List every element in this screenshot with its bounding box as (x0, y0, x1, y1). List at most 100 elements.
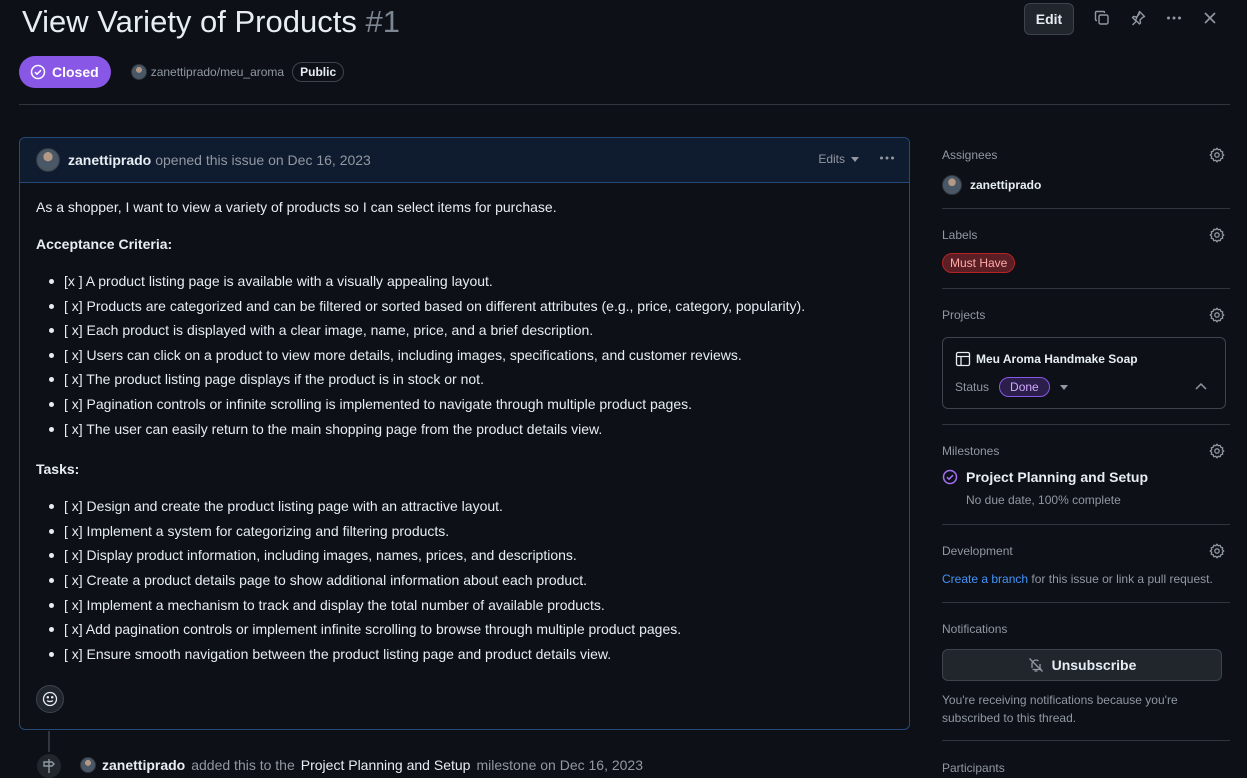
label-must-have[interactable]: Must Have (942, 253, 1016, 273)
timeline-avatar[interactable] (80, 757, 96, 773)
chevron-up-icon[interactable] (1195, 382, 1207, 390)
notifications-section: Notifications Unsubscribe You're receivi… (942, 603, 1230, 741)
development-text: Create a branch for this issue or link a… (942, 572, 1213, 586)
criteria-list: [x ] A product listing page is available… (36, 271, 893, 443)
task-item: [ x] Implement a system for categorizing… (36, 521, 893, 546)
milestone-item[interactable]: Project Planning and Setup (942, 469, 1148, 485)
label-list: Must Have (942, 253, 1016, 273)
edits-dropdown[interactable]: Edits (818, 152, 859, 166)
pin-icon[interactable] (1128, 8, 1148, 28)
timeline-date-text: milestone on Dec 16, 2023 (476, 757, 644, 773)
tasks-heading: Tasks: (36, 461, 80, 478)
smiley-icon (42, 691, 58, 707)
header-divider (19, 104, 1230, 105)
participants-title: Participants (942, 761, 1005, 775)
state-label: Closed (52, 64, 99, 80)
comment-header: zanettiprado opened this issue on Dec 16… (20, 138, 909, 183)
task-item: [ x] Implement a mechanism to track and … (36, 595, 893, 620)
edit-button[interactable]: Edit (1024, 3, 1074, 35)
state-badge: Closed (19, 56, 111, 88)
more-options-icon[interactable] (1164, 8, 1184, 28)
criteria-heading: Acceptance Criteria: (36, 236, 173, 252)
milestone-progress-text: No due date, 100% complete (966, 493, 1121, 507)
notifications-reason: You're receiving notifications because y… (942, 693, 1178, 725)
criteria-item: [ x] Users can click on a product to vie… (36, 345, 893, 370)
criteria-item: [ x] The user can easily return to the m… (36, 419, 893, 444)
timeline-author[interactable]: zanettiprado (102, 757, 185, 773)
milestones-gear-icon[interactable] (1209, 443, 1225, 459)
notifications-title: Notifications (942, 622, 1008, 636)
issue-comment: zanettiprado opened this issue on Dec 16… (19, 137, 910, 730)
labels-title: Labels (942, 228, 978, 242)
assignee-item[interactable]: zanettiprado (942, 175, 1041, 195)
status-label: Status (955, 380, 990, 394)
milestone-icon (35, 752, 63, 778)
task-item: [ x] Create a product details page to sh… (36, 570, 893, 595)
task-item: [ x] Ensure smooth navigation between th… (36, 644, 893, 669)
closed-check-icon (30, 64, 46, 80)
projects-section: Projects Meu Aroma Handmake Soap Status … (942, 289, 1230, 425)
create-branch-link[interactable]: Create a branch (942, 572, 1028, 586)
milestone-complete-icon (942, 469, 958, 485)
participants-section: Participants (942, 741, 1230, 778)
criteria-item: [ x] Products are categorized and can be… (36, 296, 893, 321)
milestones-title: Milestones (942, 444, 1000, 458)
bell-slash-icon (1028, 658, 1043, 672)
triangle-down-icon (851, 156, 859, 162)
development-section: Development Create a branch for this iss… (942, 525, 1230, 603)
criteria-item: [ x] The product listing page displays i… (36, 369, 893, 394)
comment-action: opened this issue on Dec 16, 2023 (155, 152, 371, 168)
table-icon (955, 351, 971, 367)
criteria-item: [x ] A product listing page is available… (36, 271, 893, 296)
task-item: [ x] Display product information, includ… (36, 545, 893, 570)
assignee-name[interactable]: zanettiprado (970, 178, 1041, 192)
task-item: [ x] Add pagination controls or implemen… (36, 619, 893, 644)
labels-gear-icon[interactable] (1209, 227, 1225, 243)
edits-label: Edits (818, 152, 845, 166)
assignees-section: Assignees zanettiprado (942, 137, 1230, 209)
assignees-title: Assignees (942, 148, 998, 162)
comment-options-icon[interactable] (879, 150, 895, 171)
projects-gear-icon[interactable] (1209, 307, 1225, 323)
development-gear-icon[interactable] (1209, 543, 1225, 559)
milestones-section: Milestones Project Planning and Setup No… (942, 425, 1230, 525)
project-status-row: Status Done (955, 377, 1068, 397)
task-item: [ x] Design and create the product listi… (36, 496, 893, 521)
comment-author[interactable]: zanettiprado (68, 152, 151, 168)
comment-intro: As a shopper, I want to view a variety o… (36, 199, 557, 215)
visibility-badge: Public (292, 62, 345, 82)
repo-name[interactable]: zanettiprado/meu_aroma (151, 65, 284, 79)
assignee-avatar (942, 175, 962, 195)
tasks-list: [ x] Design and create the product listi… (36, 496, 893, 668)
milestone-name[interactable]: Project Planning and Setup (966, 469, 1148, 485)
issue-sidebar: Assignees zanettiprado Labels Must Have … (942, 137, 1230, 778)
status-done-pill[interactable]: Done (999, 377, 1050, 397)
issue-meta-row: Closed zanettiprado/meu_aroma Public (19, 56, 345, 88)
labels-section: Labels Must Have (942, 209, 1230, 289)
copy-icon[interactable] (1092, 8, 1112, 28)
author-avatar[interactable] (36, 148, 60, 172)
project-card: Meu Aroma Handmake Soap Status Done (942, 337, 1226, 409)
repo-link[interactable]: zanettiprado/meu_aroma (130, 64, 284, 80)
unsubscribe-label: Unsubscribe (1051, 657, 1137, 673)
timeline-milestone-link[interactable]: Project Planning and Setup (301, 757, 471, 773)
issue-title-text: View Variety of Products (22, 4, 357, 39)
issue-header: View Variety of Products #1 Edit Closed … (0, 0, 1247, 105)
issue-number: #1 (365, 4, 400, 39)
development-description: for this issue or link a pull request. (1028, 572, 1213, 586)
issue-title: View Variety of Products #1 (22, 4, 400, 40)
timeline-text: added this to the (191, 757, 295, 773)
project-name[interactable]: Meu Aroma Handmake Soap (976, 352, 1138, 366)
close-icon[interactable] (1200, 8, 1220, 28)
project-link[interactable]: Meu Aroma Handmake Soap (955, 351, 1138, 367)
repo-avatar (130, 64, 147, 80)
projects-title: Projects (942, 308, 986, 322)
development-title: Development (942, 544, 1013, 558)
comment-body: As a shopper, I want to view a variety o… (20, 183, 909, 668)
assignees-gear-icon[interactable] (1209, 147, 1225, 163)
status-dropdown-icon[interactable] (1059, 384, 1068, 390)
unsubscribe-button[interactable]: Unsubscribe (942, 649, 1222, 681)
add-reaction-button[interactable] (36, 685, 64, 713)
criteria-item: [ x] Pagination controls or infinite scr… (36, 394, 893, 419)
timeline-event: zanettiprado added this to the Project P… (80, 757, 643, 773)
